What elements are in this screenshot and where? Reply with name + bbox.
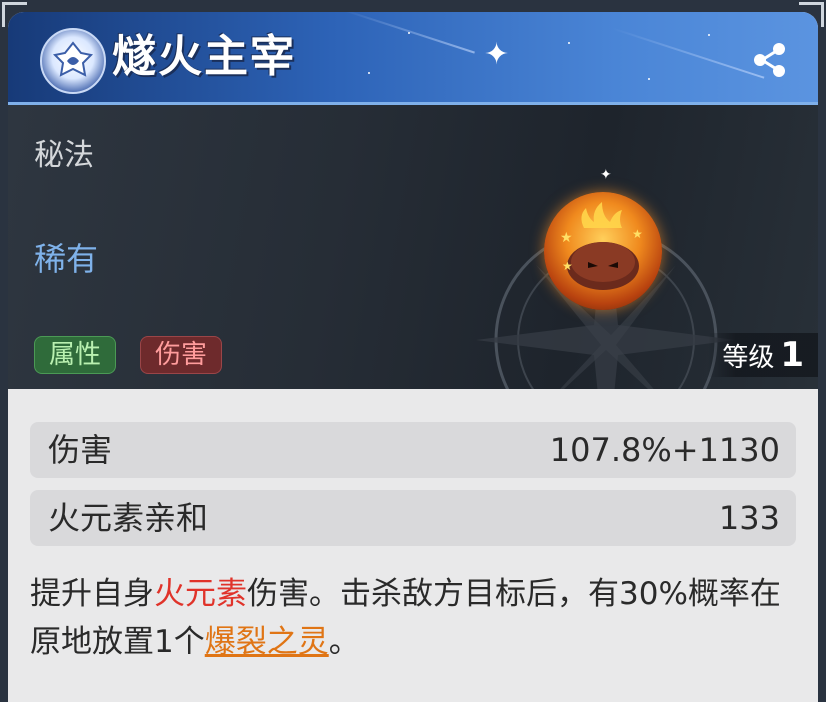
sparkle-icon: ✦: [600, 167, 612, 183]
stat-value: 133: [718, 499, 780, 537]
tag-attribute: 属性: [34, 336, 117, 374]
light-streak: [611, 27, 765, 79]
level-indicator: 等级 1: [708, 333, 818, 377]
window-frame: ✦ 燧火主宰 ✦ ★ ★ ★ 秘法 稀有 属性 伤害 等级 1 伤害 107.8…: [0, 0, 826, 702]
star-dot: [708, 34, 710, 36]
burst-spirit-link[interactable]: 爆裂之灵: [205, 624, 329, 660]
description-text: 。: [328, 624, 360, 660]
star-dot: [368, 72, 370, 74]
skill-card: ✦ 燧火主宰 ✦ ★ ★ ★ 秘法 稀有 属性 伤害 等级 1 伤害 107.8…: [8, 12, 818, 702]
stat-row-fire-affinity: 火元素亲和 133: [30, 490, 796, 546]
star-dot: [648, 78, 650, 80]
stat-name: 伤害: [48, 431, 113, 469]
stat-value: 107.8%+1130: [549, 431, 780, 469]
star-dot: [568, 42, 570, 44]
rune-emblem-icon: [40, 28, 106, 94]
svg-text:★: ★: [560, 230, 573, 246]
sparkle-icon: ✦: [484, 37, 510, 72]
share-icon[interactable]: [750, 40, 790, 80]
level-value: 1: [780, 335, 804, 375]
skill-banner: ✦: [8, 105, 818, 389]
stat-row-damage: 伤害 107.8%+1130: [30, 422, 796, 478]
level-label: 等级: [722, 343, 775, 373]
star-dot: [408, 32, 410, 34]
fire-slime-icon: ★ ★ ★: [544, 192, 662, 310]
stat-name: 火元素亲和: [48, 499, 209, 537]
tag-damage: 伤害: [140, 336, 223, 374]
skill-type-label: 秘法: [34, 138, 94, 173]
fire-element-keyword: 火元素: [154, 576, 247, 612]
description-text: 提升自身: [30, 576, 154, 612]
svg-text:★: ★: [632, 227, 643, 241]
skill-title: 燧火主宰: [112, 31, 296, 82]
svg-text:★: ★: [562, 259, 573, 273]
rarity-label: 稀有: [34, 240, 99, 278]
card-header: ✦ 燧火主宰: [8, 12, 818, 105]
skill-description: 提升自身火元素伤害。击杀敌方目标后，有30%概率在原地放置1个爆裂之灵。: [30, 570, 800, 666]
